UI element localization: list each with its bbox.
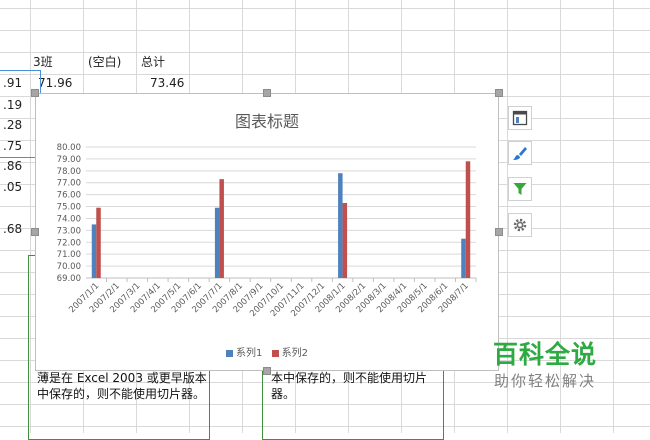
- bar-series2: [219, 179, 224, 278]
- legend-item-series1: 系列1: [226, 344, 262, 359]
- legend-swatch-series2: [271, 349, 279, 357]
- partial-cell[interactable]: .05: [3, 178, 22, 196]
- bar-series1: [214, 207, 220, 278]
- legend-item-series2: 系列2: [271, 344, 308, 359]
- partial-cell[interactable]: .19: [3, 96, 22, 114]
- bar-series1: [91, 224, 97, 278]
- y-tick-label: 76.00: [57, 191, 81, 201]
- chart-elements-button[interactable]: [508, 106, 532, 130]
- chart-style-button[interactable]: [508, 141, 532, 165]
- header-total[interactable]: 总计: [141, 53, 165, 71]
- legend-label-series1: 系列1: [236, 348, 263, 359]
- chart-elements-icon: [512, 110, 528, 126]
- bar-series2: [465, 161, 471, 278]
- slicer-right-text: 本中保存的，则不能使用切片器。: [271, 371, 428, 401]
- bar-series1: [461, 238, 466, 278]
- y-tick-label: 80.00: [57, 143, 81, 153]
- header-3ban[interactable]: 3班: [33, 53, 53, 71]
- y-tick-label: 77.00: [57, 179, 81, 189]
- partial-cell[interactable]: .68: [3, 220, 22, 238]
- watermark-sub: 助你轻松解决: [493, 372, 596, 390]
- chart-container[interactable]: 图表标题 69.00 70.00 71.00 72.00 73.00 74.00 75.00…: [35, 93, 499, 371]
- header-blank[interactable]: (空白): [88, 53, 121, 71]
- resize-handle-bm[interactable]: [263, 367, 271, 375]
- chart-plot: 69.00 70.00 71.00 72.00 73.00 74.0075.00 76.00…: [57, 143, 477, 319]
- y-tick-label: 74.00: [57, 214, 81, 224]
- y-tick-label: 78.00: [57, 167, 81, 177]
- y-tick-label: 71.00: [57, 250, 81, 260]
- partial-cell[interactable]: .91: [3, 74, 22, 92]
- resize-handle-tr[interactable]: [495, 89, 503, 97]
- bar-series1: [338, 173, 343, 278]
- chart-legend[interactable]: 系列1 系列2: [36, 344, 498, 359]
- watermark: 百科全说 助你轻松解决: [470, 340, 620, 392]
- y-tick-label: 73.00: [57, 226, 81, 236]
- y-tick-label: 72.00: [57, 238, 81, 248]
- partial-cell[interactable]: .86: [3, 157, 22, 175]
- chart-settings-button[interactable]: [508, 213, 532, 237]
- resize-handle-tm[interactable]: [263, 89, 271, 97]
- y-tick-label: 69.00: [57, 274, 81, 284]
- bar-series2: [96, 207, 101, 278]
- resize-handle-mr[interactable]: [495, 228, 503, 236]
- partial-cell[interactable]: .28: [3, 116, 22, 134]
- y-tick-label: 70.00: [57, 262, 81, 272]
- partial-cell[interactable]: .75: [3, 137, 22, 155]
- resize-handle-tl[interactable]: [31, 89, 39, 97]
- y-tick-label: 75.00: [57, 203, 81, 213]
- chart-style-brush-icon: [513, 147, 527, 160]
- watermark-main: 百科全说: [492, 340, 597, 369]
- chart-settings-gear-icon: [513, 218, 527, 232]
- slicer-left-text: 薄是在 Excel 2003 或更早版本中保存的，则不能使用切片器。: [37, 371, 207, 401]
- resize-handle-ml[interactable]: [31, 228, 39, 236]
- legend-swatch-series1: [226, 349, 234, 357]
- chart-filter-button[interactable]: [508, 177, 532, 201]
- cell-3ban-value[interactable]: 71.96: [38, 74, 72, 92]
- bar-series2: [342, 202, 348, 278]
- cell-total-value[interactable]: 73.46: [150, 74, 184, 92]
- chart-filter-icon: [513, 183, 527, 195]
- y-tick-label: 79.00: [57, 155, 81, 165]
- legend-label-series2: 系列2: [281, 348, 308, 359]
